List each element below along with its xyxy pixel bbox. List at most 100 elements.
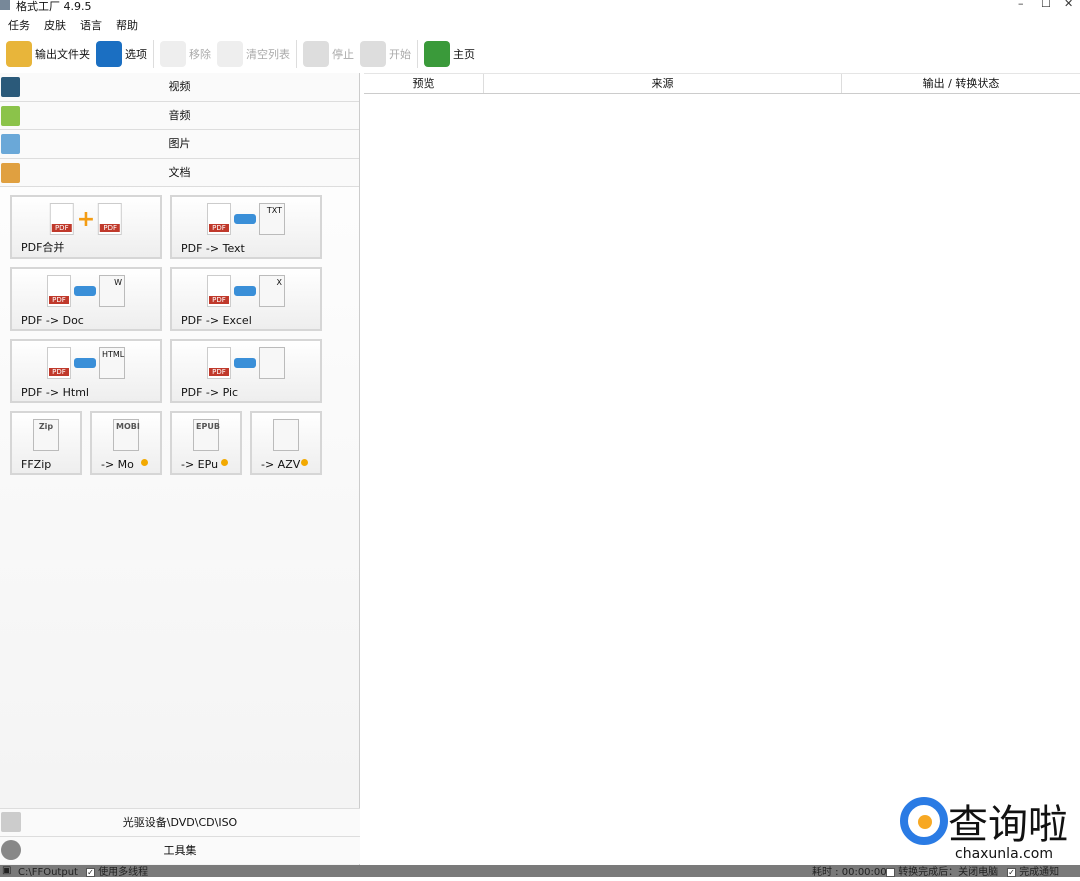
pdf-icon [49, 203, 74, 235]
tool-label: FFZip [21, 458, 52, 471]
toolbar-button-stop[interactable]: 停止 [303, 39, 354, 69]
multithread-checkbox[interactable]: ✓ [86, 867, 95, 877]
arrow-icon [234, 286, 256, 296]
toolbar-button-label: 停止 [332, 48, 354, 61]
toolbar-button-label: 输出文件夹 [35, 48, 90, 61]
target-format-icon: W [99, 275, 125, 307]
minimize-button[interactable]: – [1018, 0, 1024, 10]
target-format-icon: TXT [259, 203, 285, 235]
toolbar-separator [417, 40, 418, 68]
column-output-status[interactable]: 输出 / 转换状态 [842, 74, 1080, 93]
folder-icon [6, 41, 32, 67]
disc-drive-icon [1, 812, 21, 832]
watermark-text: 查询啦 [948, 802, 1068, 848]
pdf-icon [207, 203, 231, 235]
toolbar-button-folder[interactable]: 输出文件夹 [6, 39, 90, 69]
globe-icon [424, 41, 450, 67]
menu-task[interactable]: 任务 [8, 17, 30, 33]
stop-icon [303, 41, 329, 67]
tool-card[interactable]: TXT PDF -> Text [170, 195, 322, 259]
status-bar: ▣ C:\FFOutput ✓ 使用多线程 耗时 : 00:00:00 转换完成… [0, 865, 1080, 878]
remove-icon [160, 41, 186, 67]
column-source[interactable]: 来源 [484, 74, 842, 93]
badge-dot [301, 459, 308, 466]
pdf-icon [207, 275, 231, 307]
menu-language[interactable]: 语言 [80, 17, 102, 33]
task-list: 预览 来源 输出 / 转换状态 [364, 73, 1080, 865]
maximize-button[interactable]: ☐ [1041, 0, 1051, 10]
start-icon [360, 41, 386, 67]
tool-label: PDF -> Doc [21, 314, 84, 327]
title-bar: 格式工厂 4.9.5 – ☐ ✕ [0, 0, 1080, 14]
tool-card[interactable]: W PDF -> Doc [10, 267, 162, 331]
ebook-icon: MOBI [113, 419, 140, 451]
tool-label: PDF -> Excel [181, 314, 252, 327]
film-icon [1, 77, 20, 97]
menu-help[interactable]: 帮助 [116, 17, 138, 33]
category-label: 视频 [168, 80, 191, 93]
badge-dot [141, 459, 148, 466]
category-document[interactable]: 文档 [0, 158, 359, 187]
clear-list-icon [217, 41, 243, 67]
target-format-icon: HTML [99, 347, 125, 379]
category-disc[interactable]: 光驱设备\DVD\CD\ISO [0, 808, 360, 836]
gear-icon [96, 41, 122, 67]
category-picture[interactable]: 图片 [0, 130, 359, 159]
zip-icon: Zip [33, 419, 59, 451]
category-label: 文档 [168, 165, 191, 179]
toolbar-button-label: 清空列表 [246, 48, 290, 61]
toolbox-icon [1, 840, 21, 860]
tool-label: PDF -> Text [181, 242, 245, 255]
pdf-icon [47, 275, 71, 307]
tool-label: PDF -> Html [21, 386, 89, 399]
toolbar-button-start[interactable]: 开始 [360, 39, 411, 69]
tool-card[interactable]: HTML PDF -> Html [10, 339, 162, 403]
arrow-icon [234, 214, 256, 224]
pdf-icon [47, 347, 71, 379]
category-film[interactable]: 视频 [0, 73, 359, 102]
toolbar-button-label: 移除 [189, 48, 211, 61]
toolbar-button-gear[interactable]: 选项 [96, 39, 147, 69]
ebook-icon: EPUB [193, 419, 220, 451]
tool-label: PDF合并 [21, 241, 65, 254]
watermark-url: chaxunla.com [955, 846, 1053, 862]
tool-card[interactable]: X PDF -> Excel [170, 267, 322, 331]
toolbar-separator [153, 40, 154, 68]
tool-card[interactable]: EPUB -> EPu [170, 411, 242, 475]
pdf-icon [207, 347, 231, 379]
menu-skin[interactable]: 皮肤 [44, 17, 66, 33]
app-icon [0, 0, 10, 10]
tool-label: PDF -> Pic [181, 386, 239, 399]
tool-card[interactable]: Zip FFZip [10, 411, 82, 475]
target-format-icon [259, 347, 285, 379]
multithread-label: 使用多线程 [98, 867, 149, 878]
elapsed-time: 耗时 : 00:00:00 [812, 867, 887, 878]
shutdown-checkbox[interactable] [886, 867, 895, 877]
tool-card[interactable]: + PDF合并 [10, 195, 162, 259]
tool-card[interactable]: PDF -> Pic [170, 339, 322, 403]
close-button[interactable]: ✕ [1064, 0, 1073, 10]
ebook-icon [273, 419, 299, 451]
category-label: 图片 [168, 137, 191, 150]
music-note-icon [1, 105, 20, 126]
toolbar: 输出文件夹 选项 移除 清空列表 停止 开始 主页 [0, 38, 1080, 70]
arrow-icon [234, 358, 256, 368]
category-music-note[interactable]: 音频 [0, 101, 359, 130]
tool-card[interactable]: -> AZV [250, 411, 322, 475]
tool-card[interactable]: MOBI -> Mo [90, 411, 162, 475]
notify-checkbox[interactable]: ✓ [1007, 867, 1016, 877]
tool-label: -> AZV [261, 458, 301, 471]
category-label: 工具集 [163, 844, 197, 857]
output-path[interactable]: C:\FFOutput [18, 865, 78, 881]
badge-dot [221, 459, 228, 466]
toolbar-button-globe[interactable]: 主页 [424, 39, 475, 69]
table-header: 预览 来源 输出 / 转换状态 [364, 73, 1080, 94]
arrow-icon [74, 358, 96, 368]
logo-q-icon [900, 797, 948, 845]
category-toolbox[interactable]: 工具集 [0, 836, 360, 864]
menu-bar: 任务 皮肤 语言 帮助 [8, 17, 138, 33]
toolbar-button-clear-list[interactable]: 清空列表 [217, 39, 290, 69]
column-preview[interactable]: 预览 [364, 74, 484, 93]
arrow-icon [74, 286, 96, 296]
toolbar-button-remove[interactable]: 移除 [160, 39, 211, 69]
